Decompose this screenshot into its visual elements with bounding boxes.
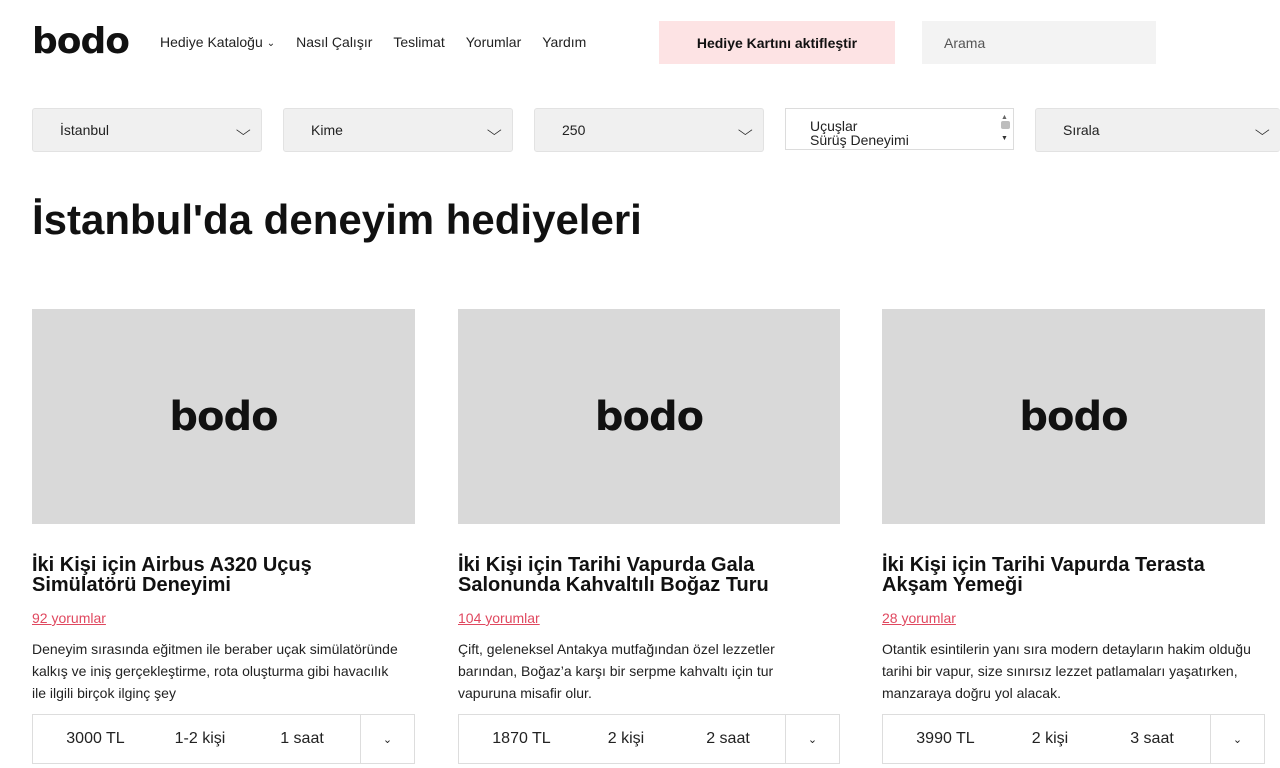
expand-button[interactable]: ⌄ [1210,715,1264,763]
product-reviews-link[interactable]: 104 yorumlar [458,610,540,626]
chevron-down-icon: ⌄ [266,38,276,49]
chevron-down-icon: ⌄ [382,733,393,746]
chevron-down-icon: ⌄ [1232,733,1243,746]
nav-reviews[interactable]: Yorumlar [466,34,522,50]
nav-help[interactable]: Yardım [542,34,586,50]
scrollbar[interactable]: ▲ ▼ [997,109,1013,149]
product-image[interactable]: bodo [458,309,840,524]
chevron-down-icon: ⌄ [807,733,818,746]
chevron-down-icon: ⌵ [236,121,252,138]
product-image[interactable]: bodo [882,309,1265,524]
recipient-select[interactable]: Kime ⌵ [283,108,513,152]
product-price: 1870 TL [492,730,551,747]
scroll-down-icon[interactable]: ▼ [1001,132,1008,146]
product-title[interactable]: İki Kişi için Tarihi Vapurda Terasta Akş… [882,555,1222,595]
bodo-logo[interactable]: bodo [32,22,130,62]
product-title[interactable]: İki Kişi için Airbus A320 Uçuş Simülatör… [32,555,372,595]
product-description: Otantik esintilerin yanı sıra modern det… [882,641,1251,701]
expand-button[interactable]: ⌄ [360,715,414,763]
search-input[interactable] [922,21,1156,64]
chevron-down-icon: ⌵ [1255,121,1271,138]
filter-bar: İstanbul ⌵ Kime ⌵ 250 ⌵ Uçuşlar Sürüş De… [0,108,1280,152]
product-image[interactable]: bodo [32,309,415,524]
price-select[interactable]: 250 ⌵ [534,108,764,152]
product-people: 2 kişi [607,730,645,747]
product-description: Çift, geleneksel Antakya mutfağından öze… [458,641,775,701]
city-select-value: İstanbul [60,122,110,138]
nav-delivery[interactable]: Teslimat [393,34,444,50]
nav-how-it-works[interactable]: Nasıl Çalışır [296,34,372,50]
category-multiselect[interactable]: Uçuşlar Sürüş Deneyimi ▲ ▼ [785,108,1014,150]
sort-select-value: Sırala [1063,122,1100,138]
nav-gift-catalog-label: Hediye Kataloğu [160,34,263,50]
product-card[interactable]: bodo İki Kişi için Airbus A320 Uçuş Simü… [32,309,415,764]
product-duration: 2 saat [706,730,750,747]
main-nav: Hediye Kataloğu ⌄ Nasıl Çalışır Teslimat … [160,34,607,50]
chevron-down-icon: ⌵ [738,121,754,138]
price-select-value: 250 [562,122,586,138]
chevron-down-icon: ⌵ [487,121,503,138]
scrollbar-thumb[interactable] [1001,121,1010,129]
nav-gift-catalog[interactable]: Hediye Kataloğu ⌄ [160,34,275,50]
category-option[interactable]: Uçuşlar [810,119,1013,133]
product-duration: 1 saat [280,730,324,747]
activate-gift-card-button[interactable]: Hediye Kartını aktifleştir [659,21,895,64]
product-title[interactable]: İki Kişi için Tarihi Vapurda Gala Salonu… [458,555,798,595]
product-description: Deneyim sırasında eğitmen ile beraber uç… [32,641,398,701]
product-meta: 3000 TL 1-2 kişi 1 saat ⌄ [32,714,415,764]
category-option[interactable]: Sürüş Deneyimi [810,133,1013,147]
product-price: 3000 TL [66,730,125,747]
product-reviews-link[interactable]: 28 yorumlar [882,610,956,626]
product-card[interactable]: bodo İki Kişi için Tarihi Vapurda Terast… [882,309,1265,764]
product-reviews-link[interactable]: 92 yorumlar [32,610,106,626]
product-people: 1-2 kişi [174,730,226,747]
expand-button[interactable]: ⌄ [785,715,839,763]
product-duration: 3 saat [1130,730,1174,747]
product-meta: 3990 TL 2 kişi 3 saat ⌄ [882,714,1265,764]
product-people: 2 kişi [1031,730,1069,747]
product-price: 3990 TL [916,730,975,747]
recipient-select-value: Kime [311,122,343,138]
city-select[interactable]: İstanbul ⌵ [32,108,262,152]
product-meta: 1870 TL 2 kişi 2 saat ⌄ [458,714,840,764]
page-title: İstanbul'da deneyim hediyeleri [32,196,642,243]
sort-select[interactable]: Sırala ⌵ [1035,108,1280,152]
product-card[interactable]: bodo İki Kişi için Tarihi Vapurda Gala S… [458,309,840,764]
